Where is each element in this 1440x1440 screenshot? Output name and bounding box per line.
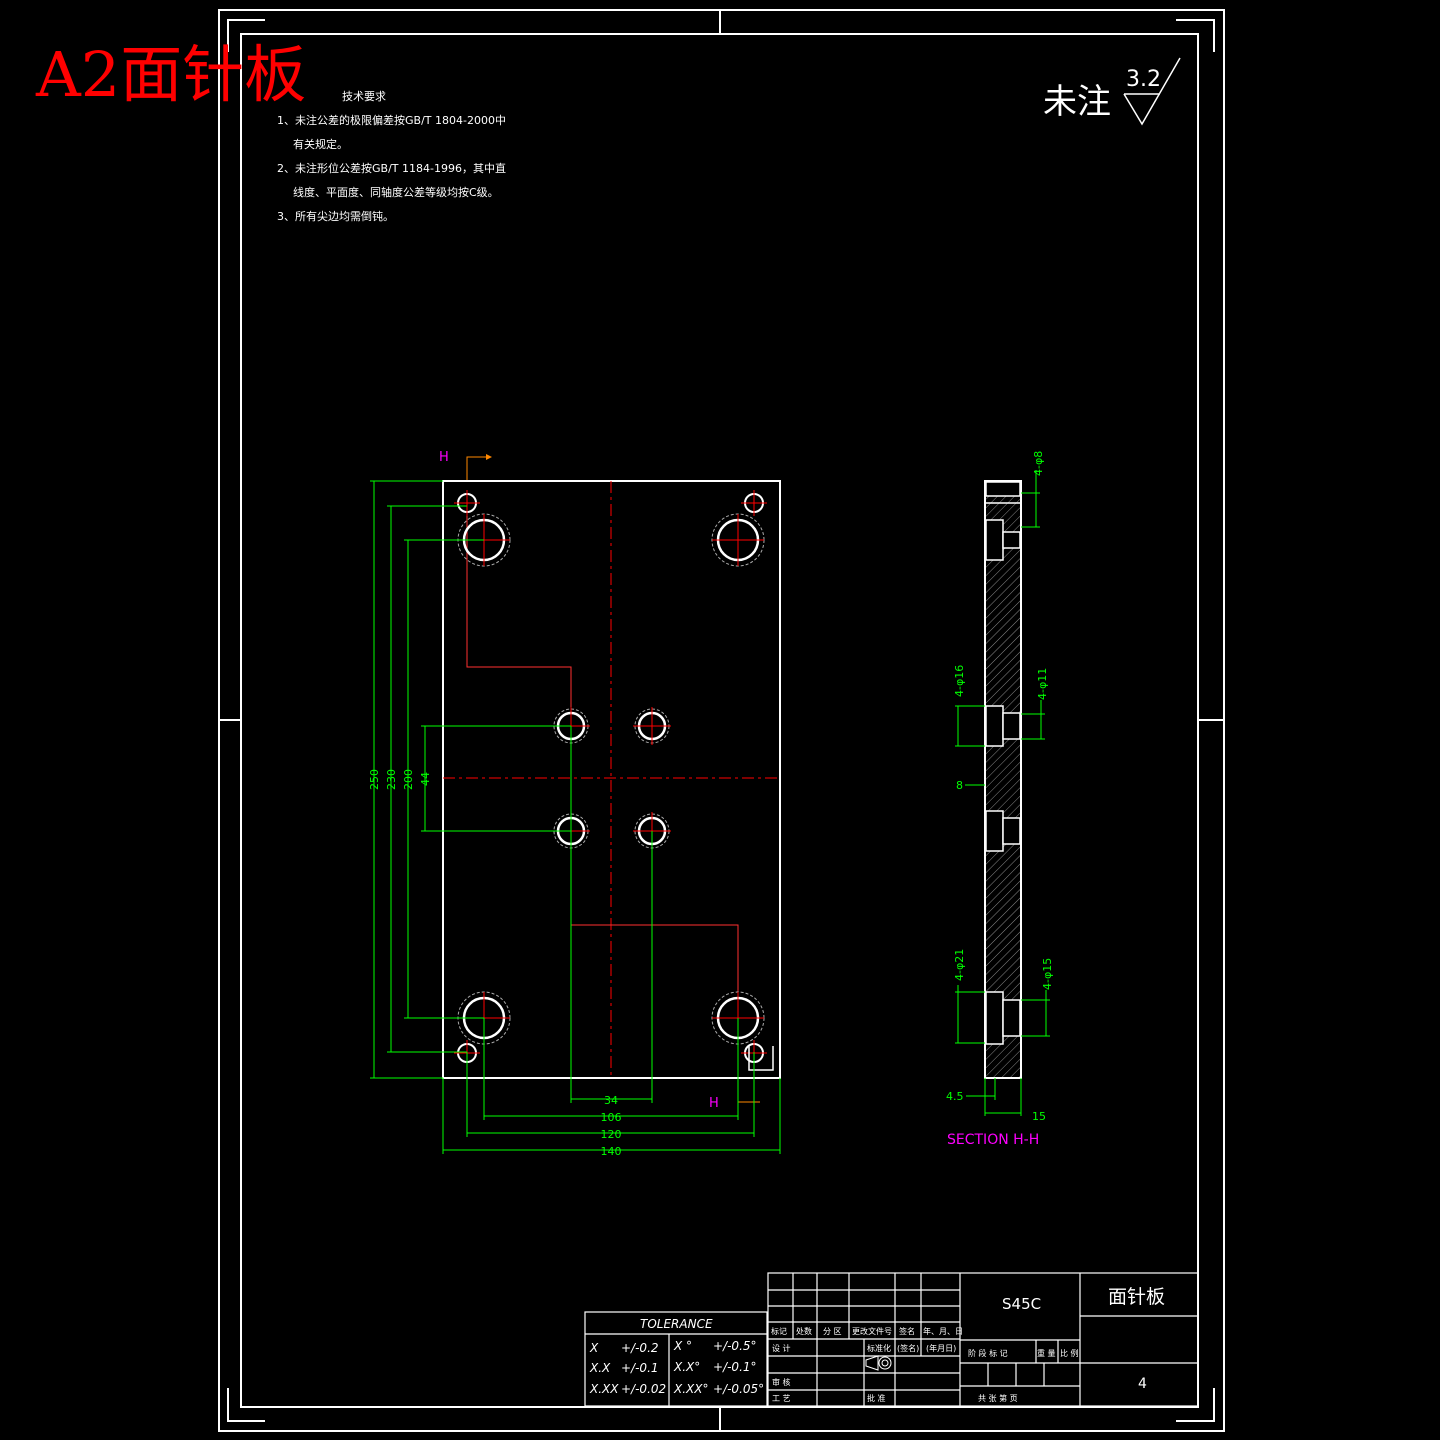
tol-cell: X.XX°	[673, 1382, 708, 1396]
tb-label: 分 区	[823, 1327, 842, 1336]
dim-106: 106	[601, 1111, 622, 1124]
dim-4-phi11: 4-φ11	[1036, 668, 1049, 700]
dim-120: 120	[601, 1128, 622, 1141]
roughness-value: 3.2	[1126, 67, 1161, 92]
tb-label: 签名	[899, 1326, 915, 1336]
tol-cell: X.X°	[673, 1360, 700, 1374]
tb-label: 审 核	[772, 1377, 791, 1387]
tol-cell: +/-0.1	[621, 1361, 659, 1375]
dim-4-5: 4.5	[946, 1090, 964, 1103]
tech-req-line: 3、所有尖边均需倒钝。	[277, 209, 394, 223]
sheet-number: 4	[1138, 1376, 1147, 1392]
tb-label: 更改文件号	[852, 1326, 892, 1336]
tol-cell: +/-0.2	[621, 1341, 659, 1355]
section-counterbore	[985, 991, 1021, 1045]
roughness-label: 未注	[1043, 82, 1111, 122]
dim-4-phi8: 4-φ8	[1032, 451, 1045, 476]
dim-4-phi21: 4-φ21	[953, 949, 966, 981]
tb-label: (年月日)	[926, 1343, 956, 1353]
tb-label: 重 量	[1037, 1348, 1056, 1358]
cut-plane-label-top: H	[439, 450, 449, 465]
dim-4-phi15: 4-φ15	[1041, 958, 1054, 990]
tb-label: 设 计	[772, 1343, 791, 1353]
tb-label: 共 张 第 页	[978, 1393, 1018, 1403]
watermark-title: A2面针板	[35, 38, 306, 111]
tb-label: 比 例	[1060, 1348, 1079, 1358]
tb-label: 年、月、日	[923, 1326, 963, 1336]
dim-44: 44	[419, 772, 432, 786]
tol-cell: X °	[673, 1339, 692, 1353]
tech-req-line: 2、未注形位公差按GB/T 1184-1996，其中直	[277, 161, 506, 175]
section-label: SECTION H-H	[947, 1132, 1039, 1148]
tol-cell: +/-0.1°	[713, 1360, 757, 1374]
tol-cell: X	[589, 1341, 599, 1355]
dim-230: 230	[385, 769, 398, 790]
tol-cell: +/-0.05°	[713, 1382, 764, 1396]
dim-200: 200	[402, 769, 415, 790]
tb-label: 批 准	[867, 1393, 886, 1403]
tb-label: 标准化	[867, 1343, 891, 1353]
section-view	[984, 480, 1022, 1079]
tolerance-title: TOLERANCE	[640, 1317, 713, 1331]
tb-label: 阶 段 标 记	[968, 1348, 1008, 1358]
tech-req-line: 线度、平面度、同轴度公差等级均按C级。	[293, 185, 499, 199]
cut-plane-label-bottom: H	[709, 1096, 719, 1111]
material-value: S45C	[1002, 1295, 1041, 1313]
dim-34: 34	[604, 1094, 618, 1107]
dim-140: 140	[601, 1145, 622, 1158]
tol-cell: X.XX	[589, 1382, 619, 1396]
drawing-canvas: A2面针板 技术要求 1、未注公差的极限偏差按GB/T 1804-2000中 有…	[0, 0, 1440, 1440]
tb-label: 工 艺	[772, 1394, 791, 1403]
tb-label: 处数	[796, 1326, 812, 1336]
tech-req-line: 1、未注公差的极限偏差按GB/T 1804-2000中	[277, 113, 506, 127]
dim-8: 8	[956, 779, 963, 792]
tb-label: 标记	[771, 1326, 787, 1336]
dim-4-phi16: 4-φ16	[953, 665, 966, 697]
part-name: 面针板	[1108, 1286, 1165, 1308]
tol-cell: +/-0.02	[621, 1382, 666, 1396]
counterbore-hole	[711, 513, 765, 567]
tol-cell: +/-0.5°	[713, 1339, 757, 1353]
tb-label: (签名)	[897, 1343, 919, 1353]
tech-req-title: 技术要求	[342, 90, 386, 103]
tol-cell: X.X	[589, 1361, 611, 1375]
dim-250: 250	[368, 769, 381, 790]
dim-15: 15	[1032, 1110, 1046, 1123]
tech-req-line: 有关规定。	[293, 137, 348, 151]
